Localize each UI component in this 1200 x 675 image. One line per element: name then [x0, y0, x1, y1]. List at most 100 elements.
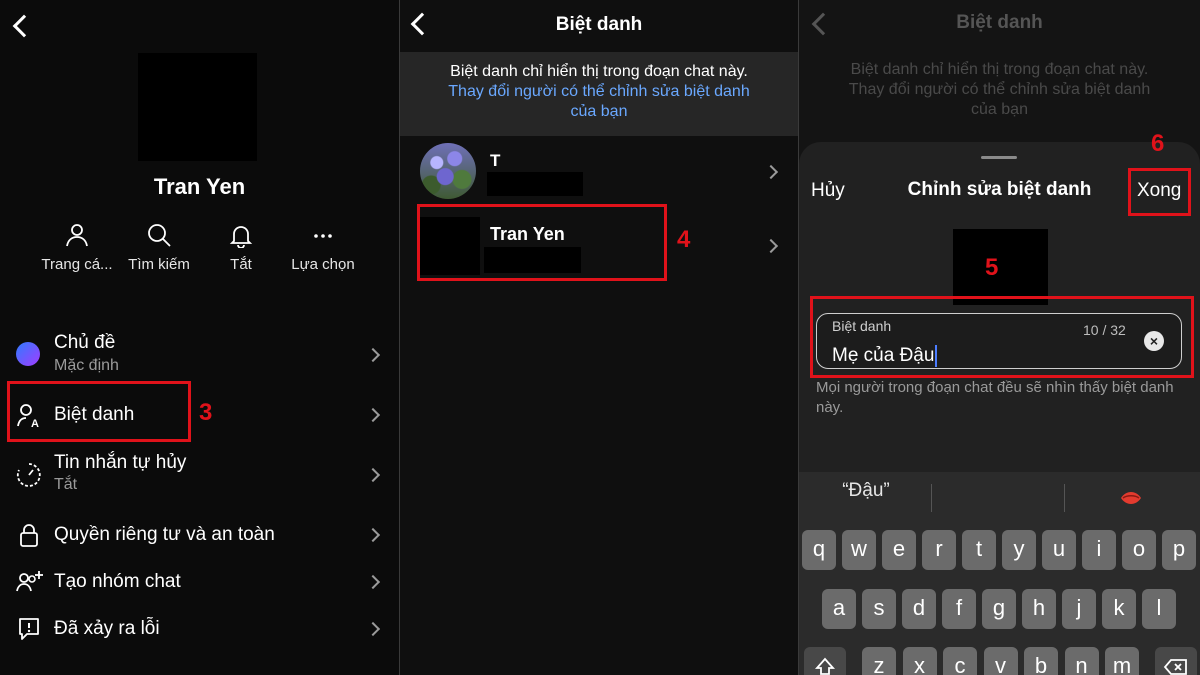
key-e[interactable]: e	[882, 530, 916, 570]
suggestion-divider	[1064, 484, 1065, 512]
keyboard: “Đậu” qwertyuiop asdfghjkl zxcvbnm	[799, 472, 1200, 675]
backspace-icon	[1163, 659, 1187, 675]
highlight-box-step-6	[1128, 168, 1191, 216]
key-n[interactable]: n	[1064, 647, 1099, 675]
backspace-key[interactable]	[1155, 647, 1197, 675]
key-k[interactable]: k	[1102, 589, 1136, 629]
chevron-right-icon	[365, 467, 381, 483]
chevron-right-icon	[763, 238, 779, 254]
menu-item-create-group[interactable]: Tạo nhóm chat	[0, 561, 399, 603]
nickname-info-banner: Biệt danh chỉ hiển thị trong đoạn chat n…	[400, 52, 798, 136]
key-f[interactable]: f	[942, 589, 976, 629]
member-row[interactable]: T	[400, 140, 798, 200]
key-w[interactable]: w	[842, 530, 876, 570]
chat-settings-panel: Tran Yen Trang cá... Tìm kiếm Tắt Lựa ch…	[0, 0, 399, 675]
suggestion-divider	[931, 484, 932, 512]
key-h[interactable]: h	[1022, 589, 1056, 629]
info-text-line: Biệt danh chỉ hiển thị trong đoạn chat n…	[850, 61, 1149, 78]
change-editors-link: Thay đổi người có thể chỉnh sửa biệt dan…	[848, 81, 1151, 118]
step-number-3: 3	[199, 399, 213, 426]
menu-item-subtitle: Mặc định	[54, 357, 119, 374]
suggestion-item[interactable]: “Đậu”	[799, 480, 933, 502]
chevron-right-icon	[365, 574, 381, 590]
person-icon	[66, 224, 88, 247]
change-editors-link[interactable]: Thay đổi người có thể chỉnh sửa biệt dan…	[400, 82, 798, 122]
page-title: Biệt danh	[956, 12, 1043, 33]
key-b[interactable]: b	[1024, 647, 1058, 675]
info-text: Biệt danh chỉ hiển thị trong đoạn chat n…	[799, 60, 1200, 120]
menu-item-title: Chủ đề	[54, 332, 116, 353]
menu-item-title: Đã xảy ra lỗi	[54, 618, 160, 639]
profile-photo-redacted	[138, 53, 257, 161]
quick-action-mute[interactable]: Tắt	[196, 222, 286, 273]
chevron-right-icon	[365, 407, 381, 423]
report-icon	[19, 618, 39, 640]
info-text: Biệt danh chỉ hiển thị trong đoạn chat n…	[450, 63, 748, 80]
key-v[interactable]: v	[983, 647, 1018, 675]
key-r[interactable]: r	[922, 530, 956, 570]
key-a[interactable]: a	[822, 589, 856, 629]
key-o[interactable]: o	[1122, 530, 1156, 570]
theme-gradient-icon	[16, 342, 40, 366]
page-title: Biệt danh	[555, 14, 643, 35]
key-x[interactable]: x	[902, 647, 937, 675]
chevron-right-icon	[365, 347, 381, 363]
dimmed-background: Biệt danh Biệt danh chỉ hiển thị trong đ…	[799, 0, 1200, 145]
menu-item-theme[interactable]: Chủ đề Mặc định	[0, 328, 399, 380]
highlight-box-step-5	[810, 296, 1194, 378]
emoji-lips-icon[interactable]	[1119, 488, 1143, 508]
key-z[interactable]: z	[862, 647, 896, 675]
timer-icon	[16, 463, 41, 487]
key-q[interactable]: q	[802, 530, 836, 570]
menu-item-privacy[interactable]: Quyền riêng tư và an toàn	[0, 514, 399, 556]
quick-action-profile[interactable]: Trang cá...	[32, 222, 122, 273]
key-d[interactable]: d	[902, 589, 936, 629]
key-i[interactable]: i	[1082, 530, 1116, 570]
chevron-right-icon	[763, 164, 779, 180]
menu-item-report[interactable]: Đã xảy ra lỗi	[0, 608, 399, 650]
back-icon[interactable]	[12, 14, 36, 38]
menu-item-title: Tạo nhóm chat	[54, 571, 181, 592]
key-y[interactable]: y	[1002, 530, 1036, 570]
step-number-6: 6	[1151, 130, 1165, 157]
quick-action-label: Trang cá...	[41, 256, 113, 273]
menu-item-title: Tin nhắn tự hủy	[54, 452, 187, 473]
nickname-list-panel: Biệt danh Biệt danh chỉ hiển thị trong đ…	[400, 0, 798, 675]
shift-icon	[814, 657, 836, 675]
avatar	[420, 143, 476, 199]
cancel-button[interactable]: Hủy	[811, 180, 845, 202]
member-name: T	[490, 151, 501, 170]
menu-item-disappearing-messages[interactable]: Tin nhắn tự hủy Tắt	[0, 450, 399, 502]
key-p[interactable]: p	[1162, 530, 1196, 570]
key-j[interactable]: j	[1062, 589, 1096, 629]
quick-action-label: Tìm kiếm	[128, 256, 190, 273]
key-u[interactable]: u	[1042, 530, 1076, 570]
avatar-redacted	[953, 229, 1048, 305]
key-g[interactable]: g	[982, 589, 1016, 629]
chevron-right-icon	[365, 621, 381, 637]
key-l[interactable]: l	[1142, 589, 1176, 629]
highlight-box-step-4	[417, 204, 667, 281]
edit-nickname-panel: Biệt danh Biệt danh chỉ hiển thị trong đ…	[799, 0, 1200, 675]
add-group-icon	[16, 571, 43, 592]
shift-key[interactable]	[804, 647, 846, 675]
quick-action-label: Tắt	[230, 256, 252, 273]
key-t[interactable]: t	[962, 530, 996, 570]
bell-icon	[229, 226, 253, 248]
step-number-5: 5	[985, 254, 999, 281]
menu-item-subtitle: Tắt	[54, 476, 78, 493]
profile-name: Tran Yen	[153, 174, 246, 199]
key-m[interactable]: m	[1105, 647, 1139, 675]
key-c[interactable]: c	[943, 647, 977, 675]
quick-action-options[interactable]: Lựa chọn	[278, 222, 368, 273]
sheet-grabber[interactable]	[981, 156, 1017, 159]
edit-nickname-sheet: Hủy Chỉnh sửa biệt danh Xong 6 5 Biệt da…	[799, 130, 1200, 675]
chevron-right-icon	[365, 527, 381, 543]
highlight-box-step-3	[7, 381, 191, 442]
lock-icon	[20, 524, 38, 547]
more-icon	[314, 234, 332, 238]
key-s[interactable]: s	[862, 589, 896, 629]
nickname-redacted	[487, 172, 583, 196]
quick-action-search[interactable]: Tìm kiếm	[114, 222, 204, 273]
quick-action-label: Lựa chọn	[291, 256, 355, 273]
